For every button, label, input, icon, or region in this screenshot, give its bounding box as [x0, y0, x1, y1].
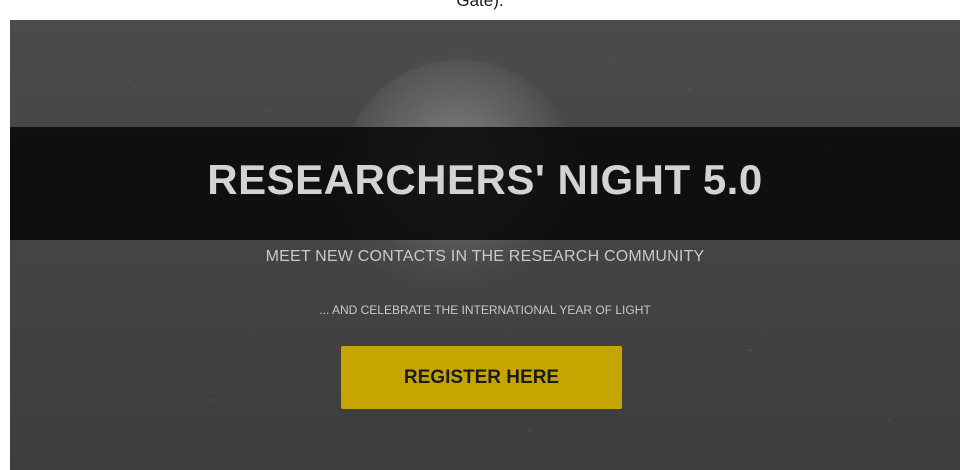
top-page-strip: Gate).: [0, 0, 960, 20]
event-tagline: ... AND CELEBRATE THE INTERNATIONAL YEAR…: [319, 303, 651, 317]
title-band: RESEARCHERS' NIGHT 5.0: [10, 127, 960, 240]
cut-off-text: Gate).: [456, 0, 504, 10]
register-button[interactable]: REGISTER HERE: [341, 346, 622, 409]
event-title: RESEARCHERS' NIGHT 5.0: [207, 156, 763, 204]
hero-banner: RESEARCHERS' NIGHT 5.0 MEET NEW CONTACTS…: [10, 20, 960, 470]
event-subtitle: MEET NEW CONTACTS IN THE RESEARCH COMMUN…: [265, 248, 705, 265]
